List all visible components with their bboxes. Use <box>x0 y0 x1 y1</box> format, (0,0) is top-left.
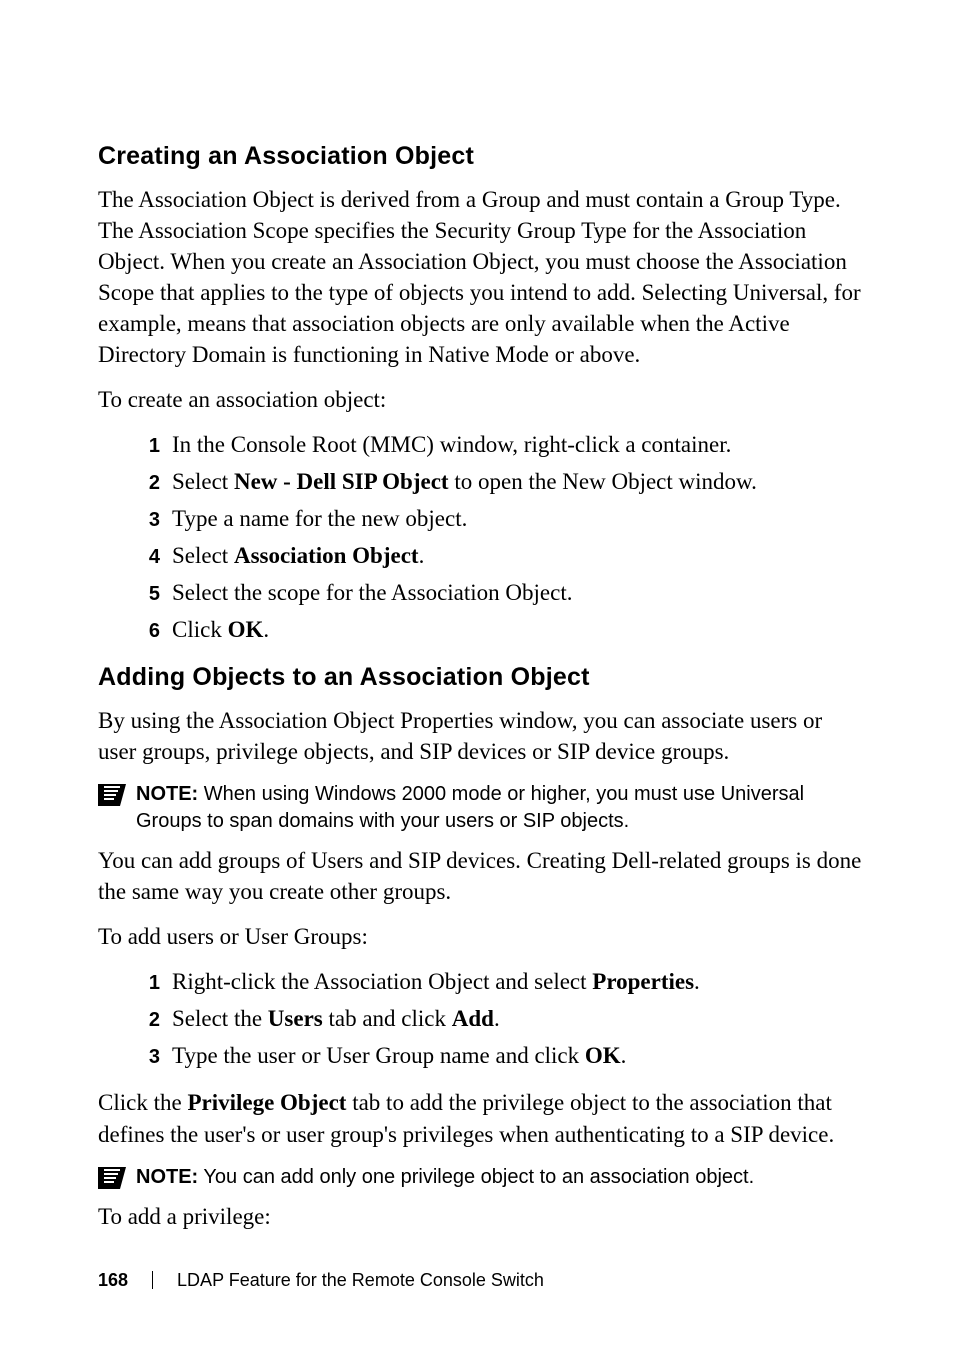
step-number: 4 <box>120 544 172 571</box>
step-number: 1 <box>120 970 172 997</box>
note-icon <box>98 1166 126 1188</box>
page-footer: 168 LDAP Feature for the Remote Console … <box>98 1268 544 1292</box>
heading-creating-association-object: Creating an Association Object <box>98 140 864 174</box>
step-number: 2 <box>120 470 172 497</box>
step-text: Select Association Object. <box>172 540 864 571</box>
step-text: Type a name for the new object. <box>172 503 864 534</box>
step-number: 2 <box>120 1007 172 1034</box>
step-text: In the Console Root (MMC) window, right-… <box>172 429 864 460</box>
step-text: Select the scope for the Association Obj… <box>172 577 864 608</box>
footer-separator <box>152 1271 153 1289</box>
note-icon <box>98 783 126 805</box>
step-number: 1 <box>120 433 172 460</box>
page: Creating an Association Object The Assoc… <box>0 0 954 1352</box>
note-text: NOTE: When using Windows 2000 mode or hi… <box>136 781 864 835</box>
paragraph: By using the Association Object Properti… <box>98 705 864 767</box>
note-text: NOTE: You can add only one privilege obj… <box>136 1164 864 1191</box>
list-item: 3 Type the user or User Group name and c… <box>98 1040 864 1071</box>
list-item: 1 In the Console Root (MMC) window, righ… <box>98 429 864 460</box>
list-item: 3 Type a name for the new object. <box>98 503 864 534</box>
step-text: Right-click the Association Object and s… <box>172 966 864 997</box>
list-item: 5 Select the scope for the Association O… <box>98 577 864 608</box>
step-text: Click OK. <box>172 614 864 645</box>
paragraph: To add a privilege: <box>98 1201 864 1232</box>
step-number: 3 <box>120 507 172 534</box>
paragraph: To add users or User Groups: <box>98 921 864 952</box>
paragraph: You can add groups of Users and SIP devi… <box>98 845 864 907</box>
steps-list-add-users: 1 Right-click the Association Object and… <box>98 966 864 1071</box>
note: NOTE: When using Windows 2000 mode or hi… <box>98 781 864 835</box>
step-text: Select the Users tab and click Add. <box>172 1003 864 1034</box>
heading-adding-objects: Adding Objects to an Association Object <box>98 661 864 695</box>
list-item: 6 Click OK. <box>98 614 864 645</box>
list-item: 1 Right-click the Association Object and… <box>98 966 864 997</box>
step-text: Type the user or User Group name and cli… <box>172 1040 864 1071</box>
paragraph: Click the Privilege Object tab to add th… <box>98 1087 864 1149</box>
step-text: Select New - Dell SIP Object to open the… <box>172 466 864 497</box>
note: NOTE: You can add only one privilege obj… <box>98 1164 864 1191</box>
footer-title: LDAP Feature for the Remote Console Swit… <box>177 1268 544 1292</box>
paragraph: The Association Object is derived from a… <box>98 184 864 370</box>
step-number: 3 <box>120 1044 172 1071</box>
list-item: 4 Select Association Object. <box>98 540 864 571</box>
step-number: 6 <box>120 618 172 645</box>
list-item: 2 Select New - Dell SIP Object to open t… <box>98 466 864 497</box>
page-number: 168 <box>98 1268 128 1292</box>
steps-list-create: 1 In the Console Root (MMC) window, righ… <box>98 429 864 645</box>
list-item: 2 Select the Users tab and click Add. <box>98 1003 864 1034</box>
paragraph: To create an association object: <box>98 384 864 415</box>
step-number: 5 <box>120 581 172 608</box>
